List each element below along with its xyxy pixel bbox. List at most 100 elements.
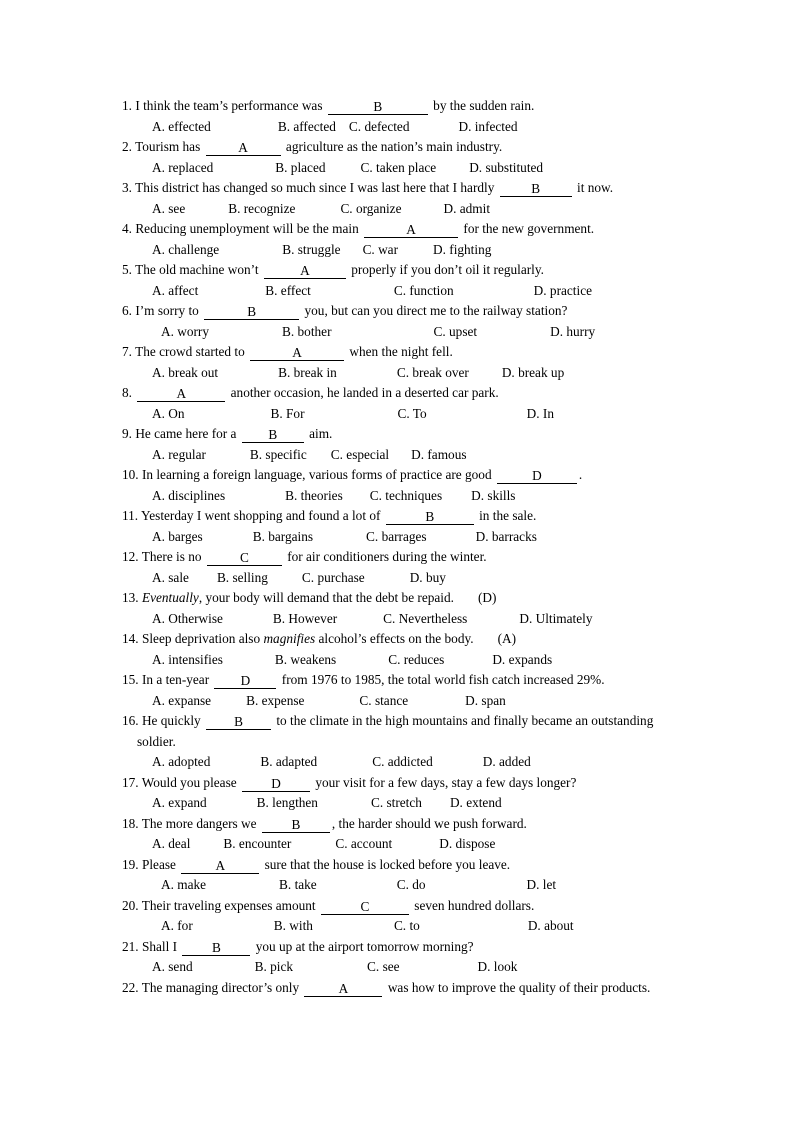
stem-text-before-blank: The old machine won’t bbox=[135, 262, 259, 277]
option-choice[interactable]: C. reduces bbox=[388, 650, 444, 671]
option-choice[interactable]: B. pick bbox=[255, 957, 293, 978]
option-choice[interactable]: D. break up bbox=[502, 363, 564, 384]
question-number: 10. bbox=[122, 467, 139, 482]
option-choice[interactable]: A. Otherwise bbox=[152, 609, 223, 630]
option-choice[interactable]: B. For bbox=[271, 404, 305, 425]
option-choice[interactable]: D. added bbox=[483, 752, 531, 773]
option-choice[interactable]: C. stretch bbox=[371, 793, 422, 814]
option-choice[interactable]: A. replaced bbox=[152, 158, 213, 179]
option-choice[interactable]: D. expands bbox=[492, 650, 552, 671]
option-choice[interactable]: D. admit bbox=[444, 199, 491, 220]
answer-blank: A bbox=[263, 262, 346, 279]
option-choice[interactable]: A. disciplines bbox=[152, 486, 225, 507]
question-number: 13. bbox=[122, 590, 139, 605]
option-choice[interactable]: B. bargains bbox=[253, 527, 313, 548]
option-choice[interactable]: B. recognize bbox=[228, 199, 295, 220]
option-choice[interactable]: D. look bbox=[478, 957, 518, 978]
option-choice[interactable]: D. about bbox=[528, 916, 574, 937]
option-choice[interactable]: D. Ultimately bbox=[519, 609, 592, 630]
option-choice[interactable]: B. However bbox=[273, 609, 337, 630]
option-choice[interactable]: A. expanse bbox=[152, 691, 211, 712]
option-choice[interactable]: C. account bbox=[335, 834, 392, 855]
option-choice[interactable]: C. techniques bbox=[370, 486, 442, 507]
option-choice[interactable]: B. weakens bbox=[275, 650, 336, 671]
option-choice[interactable]: C. stance bbox=[359, 691, 408, 712]
option-choice[interactable]: B. take bbox=[279, 875, 317, 896]
option-choice[interactable]: C. defected bbox=[349, 117, 410, 138]
option-choice[interactable]: A. expand bbox=[152, 793, 207, 814]
question-stem: 20. Their traveling expenses amount C se… bbox=[122, 896, 724, 917]
option-choice[interactable]: C. barrages bbox=[366, 527, 427, 548]
option-choice[interactable]: C. see bbox=[367, 957, 400, 978]
option-choice[interactable]: B. encounter bbox=[223, 834, 291, 855]
option-choice[interactable]: A. send bbox=[152, 957, 193, 978]
option-choice[interactable]: C. addicted bbox=[372, 752, 433, 773]
option-choice[interactable]: B. affected bbox=[278, 117, 336, 138]
option-choice[interactable]: C. To bbox=[398, 404, 427, 425]
option-choice[interactable]: B. bother bbox=[282, 322, 332, 343]
question-number: 9. bbox=[122, 426, 132, 441]
option-choice[interactable]: D. infected bbox=[458, 117, 517, 138]
option-choice[interactable]: A. affect bbox=[152, 281, 198, 302]
question-block: 2. Tourism has A agriculture as the nati… bbox=[122, 137, 724, 178]
question-list: 1. I think the team’s performance was B … bbox=[122, 96, 724, 998]
option-choice[interactable]: D. famous bbox=[411, 445, 466, 466]
option-choice[interactable]: B. specific bbox=[250, 445, 307, 466]
stem-text-after-blank: you up at the airport tomorrow morning? bbox=[255, 938, 474, 954]
option-choice[interactable]: A. On bbox=[152, 404, 185, 425]
answer-blank: D bbox=[242, 775, 310, 792]
option-choice[interactable]: D. buy bbox=[410, 568, 446, 589]
option-choice[interactable]: D. let bbox=[527, 875, 557, 896]
option-choice[interactable]: C. taken place bbox=[361, 158, 437, 179]
option-choice[interactable]: B. expense bbox=[246, 691, 304, 712]
option-row: A. intensifies B. weakens C. reduces D. exp… bbox=[122, 650, 724, 671]
option-choice[interactable]: D. barracks bbox=[476, 527, 537, 548]
option-choice[interactable]: D. substituted bbox=[469, 158, 543, 179]
option-choice[interactable]: A. regular bbox=[152, 445, 206, 466]
option-choice[interactable]: B. struggle bbox=[282, 240, 340, 261]
option-choice[interactable]: A. deal bbox=[152, 834, 190, 855]
option-choice[interactable]: D. skills bbox=[471, 486, 515, 507]
option-choice[interactable]: A. intensifies bbox=[152, 650, 223, 671]
option-choice[interactable]: B. selling bbox=[217, 568, 268, 589]
option-choice[interactable]: C. especial bbox=[331, 445, 389, 466]
question-number: 7. bbox=[122, 344, 132, 359]
question-stem: 12. There is no C for air conditioners d… bbox=[122, 547, 724, 568]
question-stem: 5. The old machine won’t A properly if y… bbox=[122, 260, 724, 281]
question-block: 14. Sleep deprivation also magnifies alc… bbox=[122, 629, 724, 670]
option-choice[interactable]: D. hurry bbox=[550, 322, 595, 343]
option-choice[interactable]: D. fighting bbox=[433, 240, 491, 261]
option-choice[interactable]: B. break in bbox=[278, 363, 337, 384]
option-choice[interactable]: C. do bbox=[397, 875, 426, 896]
option-choice[interactable]: D. span bbox=[465, 691, 506, 712]
option-choice[interactable]: A. challenge bbox=[152, 240, 219, 261]
option-choice[interactable]: C. organize bbox=[340, 199, 401, 220]
option-choice[interactable]: C. purchase bbox=[302, 568, 365, 589]
option-choice[interactable]: A. barges bbox=[152, 527, 203, 548]
option-choice[interactable]: C. to bbox=[394, 916, 420, 937]
option-choice[interactable]: B. adapted bbox=[260, 752, 317, 773]
option-choice[interactable]: A. effected bbox=[152, 117, 211, 138]
option-choice[interactable]: B. with bbox=[274, 916, 313, 937]
option-choice[interactable]: D. practice bbox=[534, 281, 592, 302]
option-choice[interactable]: B. theories bbox=[285, 486, 343, 507]
option-choice[interactable]: C. function bbox=[394, 281, 454, 302]
option-choice[interactable]: D. extend bbox=[450, 793, 502, 814]
option-choice[interactable]: A. see bbox=[152, 199, 185, 220]
option-choice[interactable]: C. Nevertheless bbox=[383, 609, 467, 630]
option-choice[interactable]: C. upset bbox=[434, 322, 478, 343]
option-choice[interactable]: A. make bbox=[161, 875, 206, 896]
option-choice[interactable]: C. war bbox=[363, 240, 398, 261]
option-choice[interactable]: B. effect bbox=[265, 281, 311, 302]
option-choice[interactable]: B. placed bbox=[275, 158, 325, 179]
option-choice[interactable]: A. adopted bbox=[152, 752, 210, 773]
option-choice[interactable]: C. break over bbox=[397, 363, 469, 384]
question-stem: 10. In learning a foreign language, vari… bbox=[122, 465, 724, 486]
option-choice[interactable]: D. In bbox=[527, 404, 554, 425]
option-choice[interactable]: B. lengthen bbox=[257, 793, 318, 814]
option-choice[interactable]: A. for bbox=[161, 916, 193, 937]
option-choice[interactable]: A. worry bbox=[161, 322, 209, 343]
option-choice[interactable]: A. break out bbox=[152, 363, 218, 384]
option-choice[interactable]: D. dispose bbox=[439, 834, 495, 855]
option-choice[interactable]: A. sale bbox=[152, 568, 189, 589]
